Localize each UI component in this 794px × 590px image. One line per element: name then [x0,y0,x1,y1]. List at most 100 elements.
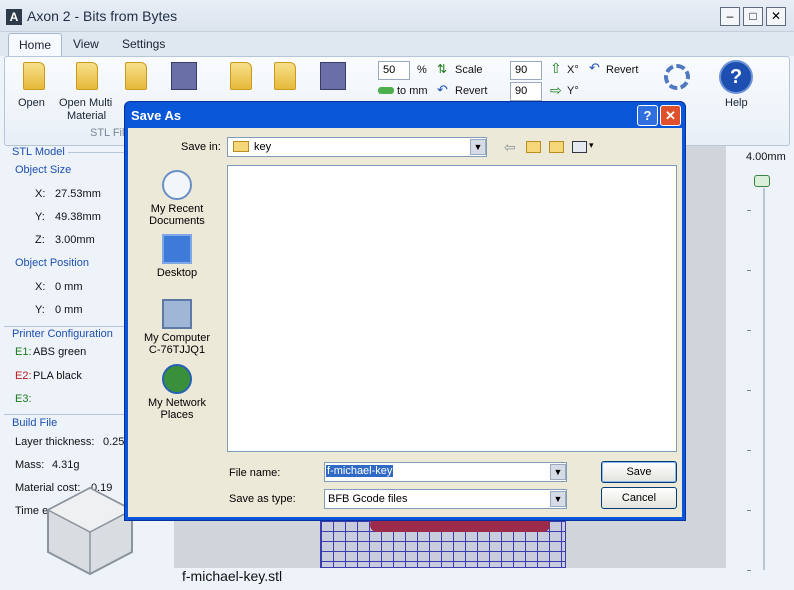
mass-label: Mass: [15,459,45,471]
file-name-label: File name: [229,467,281,479]
save-in-label: Save in: [181,141,221,153]
help-button[interactable]: Help [725,97,748,109]
slider-tick [747,510,751,511]
file-name-value[interactable]: f-michael-key [326,465,394,477]
size-y-value: 49.38mm [55,211,101,223]
minimize-button[interactable]: – [720,7,740,26]
open-button[interactable]: Open [18,97,45,109]
pos-y-value: 0 mm [55,304,83,316]
save-button[interactable]: Save [601,461,677,483]
revert-scale-button[interactable]: Revert [455,85,487,97]
save-as-type-value: BFB Gcode files [328,493,408,505]
open-multi-label-2: Material [67,110,107,122]
percent-label: % [417,64,427,76]
size-z-value: 3.00mm [55,234,95,246]
revert-icon: ↶ [437,82,448,97]
stl-model-heading: STL Model [12,146,65,158]
scale-arrows-icon: ⇅ [437,62,448,76]
layer-height-label: 4.00mm [746,151,786,163]
help-icon[interactable]: ? [719,60,753,94]
size-y-label: Y: [35,211,45,223]
e2-value[interactable]: PLA black [33,370,82,382]
window-title: Axon 2 - Bits from Bytes [27,8,178,24]
object-size-heading: Object Size [15,164,72,176]
build-file-heading: Build File [12,417,58,429]
maximize-button[interactable]: □ [743,7,763,26]
e1-value[interactable]: ABS green [33,346,86,358]
e1-label: E1: [15,346,32,358]
layer-slider-track[interactable] [763,188,765,570]
e2-label: E2: [15,370,32,382]
stl-files-group-label: STL Fil [90,127,125,139]
folder-icon[interactable] [125,62,147,90]
slider-tick [747,270,751,271]
tab-settings[interactable]: Settings [112,33,175,57]
chevron-down-icon[interactable]: ▼ [470,139,486,155]
cancel-button[interactable]: Cancel [601,487,677,509]
tab-home[interactable]: Home [8,33,63,57]
my-computer-icon [162,299,192,329]
rotate-y-input[interactable]: 90 [510,82,542,101]
save-as-type-label: Save as type: [229,493,296,505]
printer-config-heading: Printer Configuration [12,328,113,340]
back-icon[interactable]: ⇦ [504,139,516,156]
up-folder-icon[interactable] [526,141,541,153]
dialog-close-button[interactable]: ✕ [660,105,681,126]
scale-input[interactable]: 50 [378,61,410,80]
view-menu-icon[interactable] [572,141,587,153]
pos-x-value: 0 mm [55,281,83,293]
slider-tick [747,210,751,211]
pos-x-label: X: [35,281,46,293]
e3-label: E3: [15,393,32,405]
to-mm-button[interactable]: to mm [397,85,428,97]
save-disk-icon-2[interactable] [320,62,346,90]
network-places-icon [162,364,192,394]
desktop-icon [162,234,192,264]
folder-icon-3[interactable] [274,62,296,90]
place-label: Documents [149,215,205,227]
new-folder-icon[interactable] [549,141,564,153]
places-recent-documents[interactable]: My Recent Documents [137,170,217,227]
places-desktop[interactable]: Desktop [137,234,217,279]
tab-view[interactable]: View [63,33,109,57]
dialog-help-button[interactable]: ? [637,105,658,126]
layer-slider-thumb[interactable] [754,175,770,187]
layer-thickness-value: 0.25 [103,436,125,448]
file-list[interactable] [227,165,677,452]
slider-tick [747,450,751,451]
app-icon: A [6,9,22,25]
revert-rotate-button[interactable]: Revert [606,64,638,76]
open-multi-button[interactable]: Open Multi [59,97,112,109]
dialog-title: Save As [131,108,182,123]
object-position-heading: Object Position [15,257,89,269]
to-mm-icon [378,87,394,94]
pos-y-label: Y: [35,304,45,316]
save-in-value: key [254,141,272,153]
rotate-x-button[interactable]: X° [567,64,579,76]
rotate-y-button[interactable]: Y° [567,85,579,97]
close-button[interactable]: ✕ [766,7,786,26]
slider-tick [747,330,751,331]
place-label: My Network [147,397,207,409]
chevron-down-icon[interactable]: ▼ [550,491,566,507]
scale-button[interactable]: Scale [455,64,483,76]
size-z-label: Z: [35,234,45,246]
dropdown-arrow-icon[interactable]: ▾ [589,140,594,151]
layer-thickness-label: Layer thickness: [15,436,95,448]
rotate-x-input[interactable]: 90 [510,61,542,80]
place-label: Desktop [156,267,198,279]
places-my-computer[interactable]: My Computer C-76TJJQ1 [137,299,217,356]
chevron-down-icon[interactable]: ▼ [550,464,566,480]
save-disk-icon[interactable] [171,62,197,90]
folder-icon-2[interactable] [230,62,252,90]
place-label: My Computer [143,332,211,344]
revert-icon-2: ↶ [589,60,600,75]
gear-icon[interactable] [664,64,690,90]
folder-icon [233,141,249,152]
open-multi-folder-icon[interactable] [76,62,98,90]
open-folder-icon[interactable] [23,62,45,90]
size-x-label: X: [35,188,46,200]
place-label: C-76TJJQ1 [148,344,206,356]
places-my-network[interactable]: My Network Places [137,364,217,421]
slider-tick [747,570,751,571]
